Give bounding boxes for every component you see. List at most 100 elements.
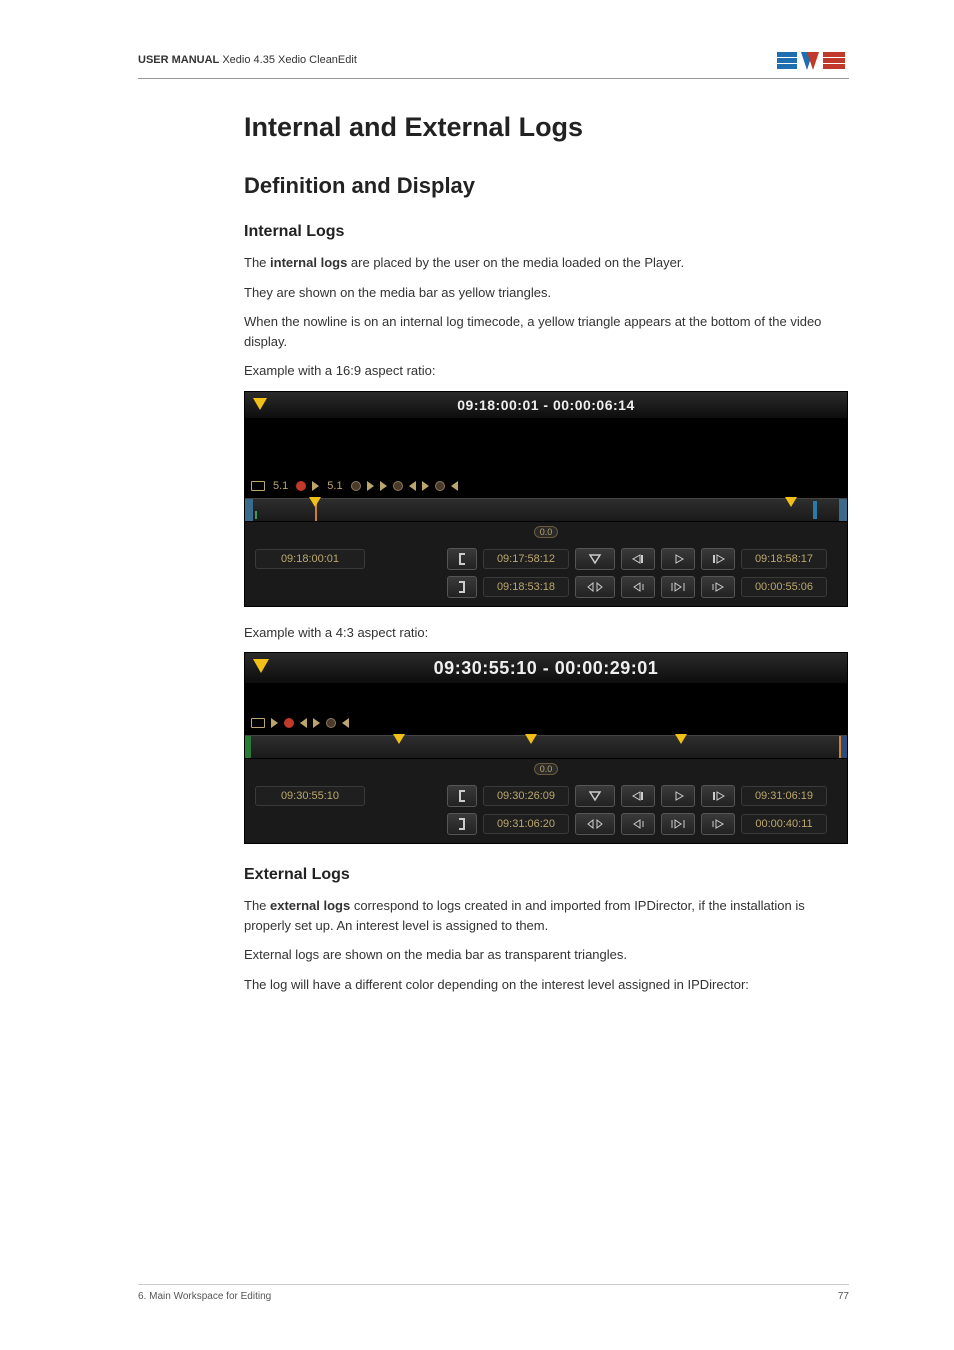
play-inout-icon (670, 582, 686, 592)
nowline[interactable] (839, 736, 841, 758)
media-bar[interactable] (245, 498, 847, 522)
goto-next-log-button[interactable] (701, 576, 735, 598)
mark-in-button[interactable] (447, 785, 477, 807)
log-marker-icon[interactable] (525, 734, 537, 744)
mark-out-button[interactable] (447, 576, 477, 598)
mark-in-button[interactable] (447, 548, 477, 570)
step-fwd-icon (671, 554, 685, 564)
play-right-icon[interactable] (313, 718, 320, 728)
transport-controls: 09:30:55:10 09:30:26:09 09:31:06:19 (245, 779, 847, 843)
add-log-button[interactable] (575, 548, 615, 570)
play-left-icon[interactable] (300, 718, 307, 728)
frame-fwd-icon (711, 791, 725, 801)
zoom-badge[interactable]: 0.0 (534, 526, 559, 538)
bracket-close-icon (456, 818, 468, 830)
mark-out-button[interactable] (447, 813, 477, 835)
video-area (245, 683, 847, 711)
media-bar-left-end (245, 499, 253, 521)
transport-controls: 09:18:00:01 09:17:58:12 09:18:58:17 (245, 542, 847, 606)
play-right-icon[interactable] (367, 481, 374, 491)
step-back-button[interactable] (621, 548, 655, 570)
nudge-icon (587, 819, 603, 829)
nudge-button[interactable] (575, 576, 615, 598)
media-bar-left-end (245, 736, 251, 758)
log-marker-icon[interactable] (393, 734, 405, 744)
tc-now[interactable]: 09:18:00:01 (255, 549, 365, 569)
external-p2: External logs are shown on the media bar… (244, 945, 849, 965)
step-back-icon (631, 791, 645, 801)
audio-mode-icon[interactable] (251, 718, 265, 728)
header-product: Xedio 4.35 (219, 54, 275, 66)
tc-out-2[interactable]: 00:00:40:11 (741, 814, 827, 834)
audio-ch-a: 5.1 (271, 480, 290, 492)
bracket-open-icon (456, 553, 468, 565)
video-area (245, 418, 847, 474)
audio-channel-row: 5.1 5.1 (245, 474, 847, 498)
record-dot-icon[interactable] (296, 481, 306, 491)
internal-p1b: internal logs (270, 255, 347, 270)
header-title: USER MANUAL Xedio 4.35 Xedio CleanEdit (138, 54, 357, 66)
goto-next-log-button[interactable] (701, 813, 735, 835)
dot-icon[interactable] (326, 718, 336, 728)
tc-out[interactable]: 09:31:06:19 (741, 786, 827, 806)
page-header: USER MANUAL Xedio 4.35 Xedio CleanEdit (138, 48, 849, 79)
frame-fwd-button[interactable] (701, 785, 735, 807)
add-log-button[interactable] (575, 785, 615, 807)
log-marker-icon[interactable] (309, 497, 321, 507)
media-bar-right-end (841, 736, 847, 758)
record-dot-icon[interactable] (284, 718, 294, 728)
external-p1a: The (244, 898, 270, 913)
internal-p2: They are shown on the media bar as yello… (244, 283, 849, 303)
play-in-out-button[interactable] (661, 813, 695, 835)
panel-top-bar: 09:30:55:10 - 00:00:29:01 (245, 653, 847, 683)
tc-in[interactable]: 09:17:58:12 (483, 549, 569, 569)
external-p1b: external logs (270, 898, 350, 913)
timecode-main: 09:18:00:01 - 00:00:06:14 (457, 397, 635, 413)
step-fwd-button[interactable] (661, 548, 695, 570)
play-left-icon[interactable] (342, 718, 349, 728)
play-left-icon[interactable] (409, 481, 416, 491)
tc-out-2[interactable]: 00:00:55:06 (741, 577, 827, 597)
tc-now[interactable]: 09:30:55:10 (255, 786, 365, 806)
play-left-icon[interactable] (451, 481, 458, 491)
nudge-button[interactable] (575, 813, 615, 835)
goto-prev-log-button[interactable] (621, 576, 655, 598)
dot-icon[interactable] (393, 481, 403, 491)
goto-prev-icon (631, 582, 645, 592)
tc-in-2[interactable]: 09:18:53:18 (483, 577, 569, 597)
log-marker-icon[interactable] (675, 734, 687, 744)
audio-channel-row (245, 711, 847, 735)
play-right-icon[interactable] (271, 718, 278, 728)
step-fwd-icon (671, 791, 685, 801)
frame-fwd-icon (711, 554, 725, 564)
goto-next-icon (711, 819, 725, 829)
triangle-down-icon (588, 553, 602, 565)
dot-icon[interactable] (435, 481, 445, 491)
play-right-icon[interactable] (422, 481, 429, 491)
log-marker-icon[interactable] (785, 497, 797, 507)
zoom-badge[interactable]: 0.0 (534, 763, 559, 775)
play-in-out-button[interactable] (661, 576, 695, 598)
panel-top-bar: 09:18:00:01 - 00:00:06:14 (245, 392, 847, 418)
step-fwd-button[interactable] (661, 785, 695, 807)
bracket-close-icon (456, 581, 468, 593)
internal-p4: Example with a 16:9 aspect ratio: (244, 361, 849, 381)
tc-in-2[interactable]: 09:31:06:20 (483, 814, 569, 834)
goto-prev-log-button[interactable] (621, 813, 655, 835)
audio-mode-icon[interactable] (251, 481, 265, 491)
in-point-tick (255, 511, 257, 519)
header-manual-prefix: USER MANUAL (138, 54, 219, 66)
play-right-icon[interactable] (380, 481, 387, 491)
tc-out[interactable]: 09:18:58:17 (741, 549, 827, 569)
frame-fwd-button[interactable] (701, 548, 735, 570)
internal-p1: The internal logs are placed by the user… (244, 253, 849, 273)
content: Internal and External Logs Definition an… (244, 112, 849, 1004)
section-h2: Definition and Display (244, 173, 849, 199)
page-footer: 6. Main Workspace for Editing 77 (138, 1284, 849, 1302)
play-right-icon[interactable] (312, 481, 319, 491)
step-back-button[interactable] (621, 785, 655, 807)
media-bar[interactable] (245, 735, 847, 759)
timecode-main: 09:30:55:10 - 00:00:29:01 (434, 658, 659, 679)
dot-icon[interactable] (351, 481, 361, 491)
tc-in[interactable]: 09:30:26:09 (483, 786, 569, 806)
